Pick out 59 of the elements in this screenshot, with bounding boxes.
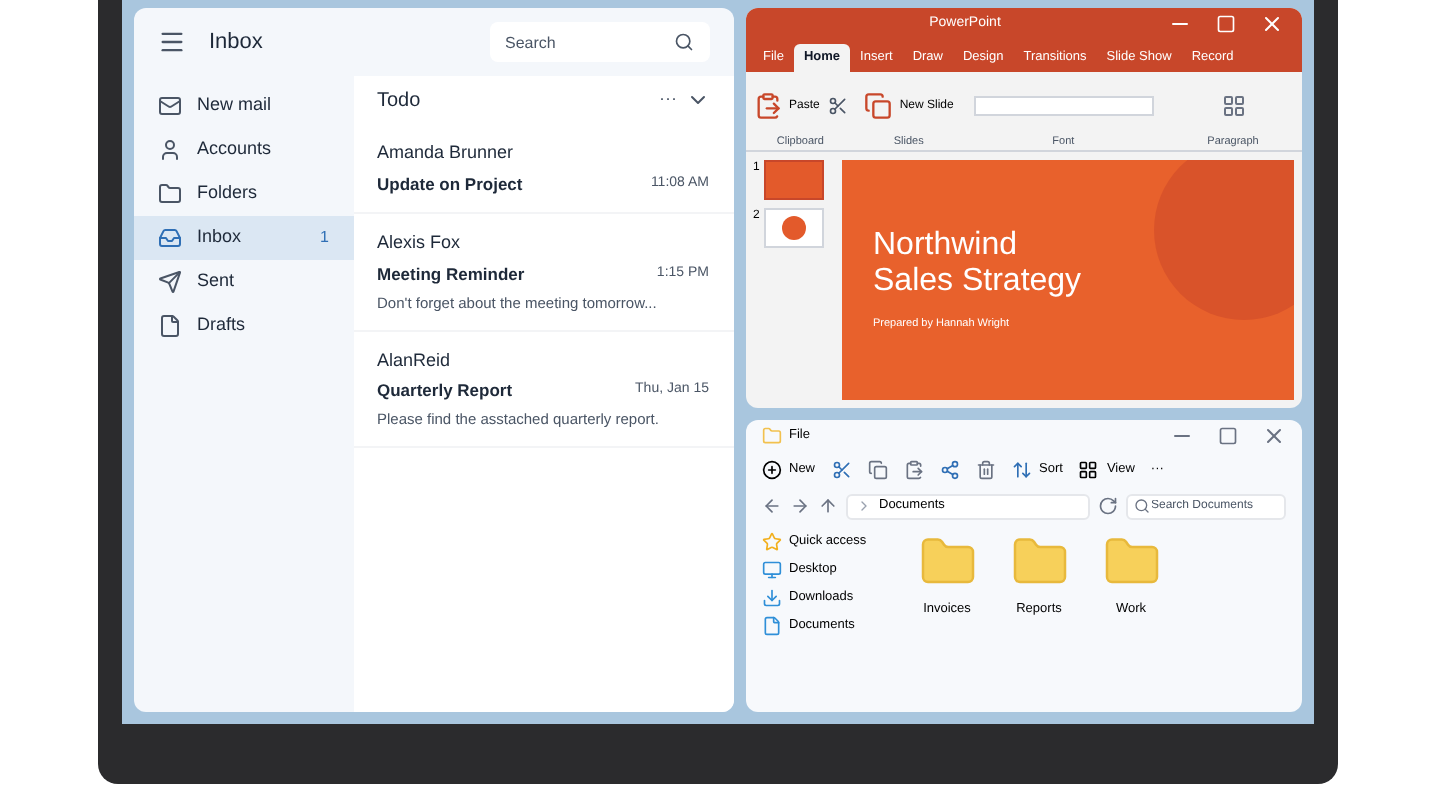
search-icon: [1133, 498, 1149, 514]
window-title: Inbox: [209, 27, 263, 58]
view-icon: [1078, 460, 1099, 480]
sender-name: Amanda Brunner: [377, 140, 516, 166]
nav-item[interactable]: Inbox 1: [133, 216, 353, 260]
paragraph-icon[interactable]: [1221, 94, 1245, 119]
document-icon: [157, 314, 181, 338]
sort-icon: [1011, 460, 1032, 480]
mail-icon: [157, 94, 181, 118]
share-icon[interactable]: [939, 460, 960, 480]
search-icon: [673, 32, 693, 52]
document-icon: [761, 616, 781, 636]
more-button[interactable]: ···: [659, 86, 677, 114]
nav-label: New mail: [197, 92, 272, 119]
delete-icon[interactable]: [975, 460, 996, 480]
monitor-icon: [761, 560, 781, 580]
nav-label: Drafts: [197, 312, 246, 339]
message-subject: Meeting Reminder: [377, 261, 525, 287]
sender-name: Alexis Fox: [377, 230, 463, 257]
message-subject: Update on Project: [377, 171, 523, 197]
nav-item[interactable]: New mail: [133, 84, 353, 128]
nav-item[interactable]: Accounts: [133, 128, 353, 172]
up-icon[interactable]: [817, 496, 837, 516]
maximize-icon[interactable]: [1217, 426, 1237, 446]
search-field[interactable]: Search: [489, 22, 709, 62]
forward-icon[interactable]: [789, 496, 809, 516]
nav-item[interactable]: Drafts: [133, 304, 353, 348]
refresh-icon[interactable]: [1097, 496, 1117, 516]
slide-title: Sales Strategy: [873, 263, 1084, 300]
folder-icon: [761, 426, 781, 446]
nav-item[interactable]: Sent: [133, 260, 353, 304]
nav-label: Inbox: [197, 224, 242, 251]
nav-label: Folders: [197, 180, 258, 207]
list-title: Todo: [377, 87, 421, 115]
back-icon[interactable]: [761, 496, 781, 516]
folder-icon: [157, 182, 181, 206]
slide-icon: [863, 92, 892, 121]
send-icon: [157, 270, 181, 294]
nav-label: Accounts: [197, 136, 272, 163]
paste-icon: [753, 92, 781, 121]
person-icon: [157, 138, 181, 162]
close-icon[interactable]: [1261, 424, 1285, 448]
sender-name: AlanReid: [377, 347, 453, 374]
star-icon: [761, 532, 781, 552]
unread-count: 1: [320, 226, 329, 250]
cut-icon[interactable]: [831, 460, 852, 480]
paste-icon[interactable]: [903, 460, 924, 480]
message-subject: Quarterly Report: [377, 378, 513, 404]
close-icon[interactable]: [1260, 12, 1285, 36]
copy-icon[interactable]: [867, 460, 888, 480]
nav-label: Sent: [197, 268, 235, 295]
nav-item[interactable]: Folders: [133, 172, 353, 216]
inbox-icon: [157, 226, 181, 250]
font-field[interactable]: [973, 96, 1154, 117]
cut-icon[interactable]: [827, 96, 848, 117]
download-icon: [761, 588, 781, 608]
menu-icon[interactable]: [157, 28, 185, 56]
slide-title: Northwind: [873, 227, 1020, 264]
slide-thumbnail[interactable]: [763, 160, 824, 200]
